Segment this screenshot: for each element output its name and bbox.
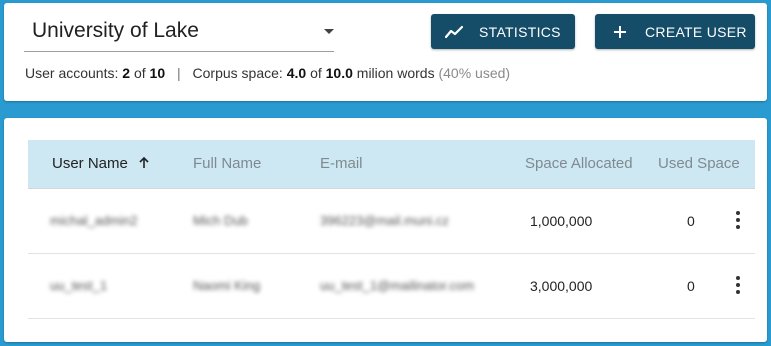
column-header-email[interactable]: E-mail [320,155,363,172]
create-user-button[interactable]: CREATE USER [595,14,755,49]
accounts-label: User accounts: [25,65,119,81]
cell-username: michal_admin2 [50,213,138,228]
plus-icon [611,23,629,41]
users-table-panel: User Name Full Name E-mail Space Allocat… [4,118,767,342]
column-header-used-space[interactable]: Used Space [658,155,740,172]
create-user-button-label: CREATE USER [645,23,747,40]
cell-space-allocated: 1,000,000 [530,213,593,229]
table-header: User Name Full Name E-mail Space Allocat… [28,140,755,189]
table-row[interactable]: uu_test_1 Naomi King uu_test_1@mailinato… [28,254,755,319]
column-header-label: User Name [52,155,128,172]
cell-username: uu_test_1 [50,278,108,293]
cell-email: uu_test_1@mailinator.com [320,278,475,293]
dropdown-caret-icon [324,29,334,34]
users-table: User Name Full Name E-mail Space Allocat… [28,140,755,319]
corpus-total: 10.0 [325,65,353,81]
of-text: of [310,65,322,81]
column-header-username[interactable]: User Name [52,155,150,173]
cell-fullname: Naomi King [193,278,261,293]
table-row[interactable]: michal_admin2 Mich Dub 396223@mail.muni.… [28,189,755,254]
more-vert-icon[interactable] [735,211,741,231]
arrow-up-icon [138,156,150,173]
corpus-used: 4.0 [286,65,307,81]
statistics-button-label: STATISTICS [479,23,561,40]
statistics-button[interactable]: STATISTICS [431,14,575,49]
corpus-unit: milion words [356,65,435,81]
summary-separator: | [177,65,181,81]
accounts-used: 2 [122,65,131,81]
of-text: of [133,65,146,81]
account-summary-panel: University of Lake STATISTICS CREATE USE… [4,3,767,101]
column-header-space-allocated[interactable]: Space Allocated [525,155,633,172]
cell-fullname: Mich Dub [193,213,248,228]
corpus-label: Corpus space: [192,65,283,81]
cell-email: 396223@mail.muni.cz [320,213,449,228]
cell-used-space: 0 [687,213,695,229]
chart-line-icon [445,23,463,41]
more-vert-icon[interactable] [735,276,741,296]
quota-summary: User accounts: 2 of 10 | Corpus space: 4… [25,65,510,81]
cell-used-space: 0 [687,278,695,294]
organization-select-value: University of Lake [32,19,199,42]
organization-select[interactable]: University of Lake [24,13,334,52]
column-header-fullname[interactable]: Full Name [193,155,261,172]
accounts-total: 10 [149,65,166,81]
cell-space-allocated: 3,000,000 [530,278,593,294]
corpus-percent-used: (40% used) [438,65,511,81]
